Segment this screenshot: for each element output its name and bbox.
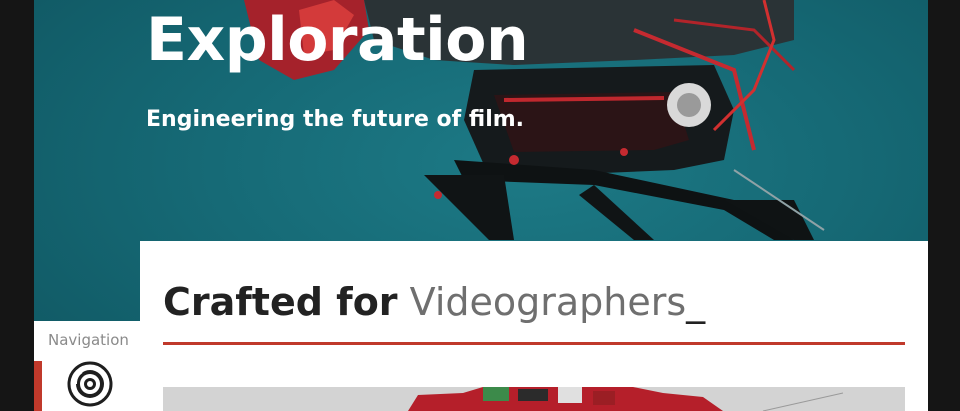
- content-card: Crafted for Videographers_: [140, 241, 928, 411]
- camera-lens-logo-icon[interactable]: [67, 361, 113, 407]
- headline-light: Videographers: [409, 280, 687, 324]
- hero-subtitle: Engineering the future of film.: [146, 107, 525, 132]
- headline-divider: [163, 342, 905, 345]
- hero-title: Exploration: [146, 5, 529, 75]
- headline-cursor: _: [686, 280, 706, 324]
- section-headline: Crafted for Videographers_: [163, 279, 705, 325]
- feature-image: [163, 387, 905, 411]
- left-frame: [0, 0, 34, 411]
- navigation-label: Navigation: [48, 331, 129, 349]
- rig-preview-image: [163, 387, 905, 411]
- nav-accent-bar: [34, 361, 42, 411]
- navigation-panel: Navigation: [34, 321, 140, 411]
- headline-strong: Crafted for: [163, 280, 398, 324]
- right-frame: [928, 0, 960, 411]
